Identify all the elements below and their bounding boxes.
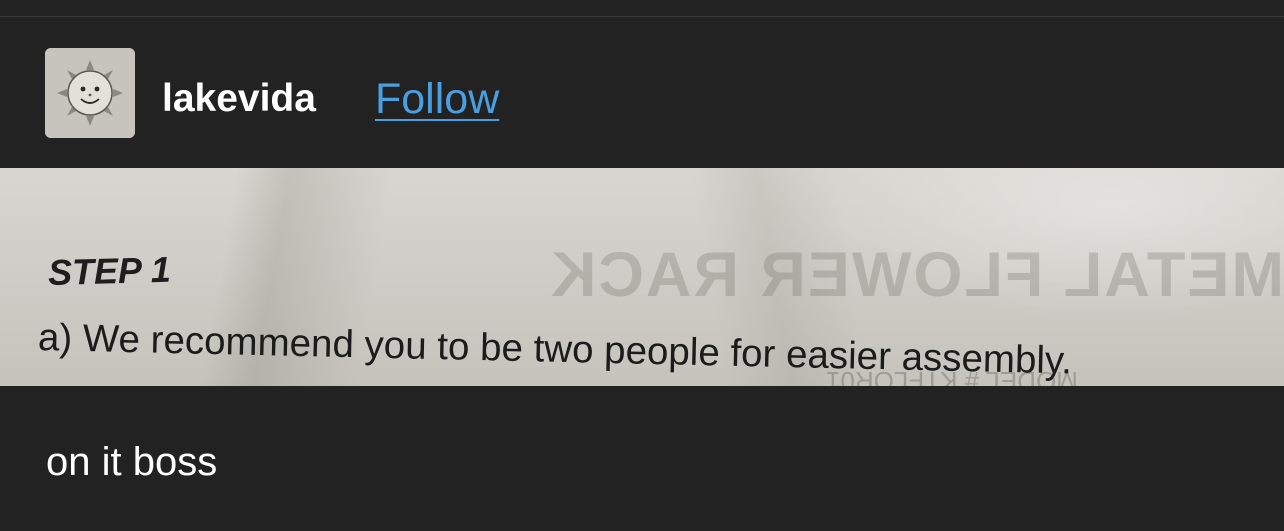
tumblr-post: lakevida Follow METAL FLOWER RACK MODEL … (0, 0, 1284, 531)
username[interactable]: lakevida (162, 75, 316, 123)
post-header: lakevida Follow (0, 17, 1284, 168)
step-title: STEP 1 (47, 248, 172, 293)
post-photo[interactable]: METAL FLOWER RACK MODEL # KTFLOR01 STEP … (0, 168, 1284, 386)
follow-button[interactable]: Follow (375, 75, 499, 123)
bleed-through-heading: METAL FLOWER RACK (548, 240, 1284, 310)
post-caption: on it boss (46, 440, 218, 484)
sun-face-avatar-icon[interactable] (45, 48, 135, 138)
